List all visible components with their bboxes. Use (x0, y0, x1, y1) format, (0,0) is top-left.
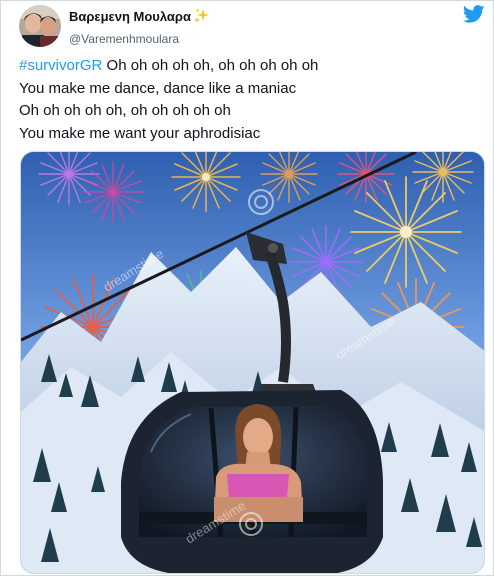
author-handle[interactable]: @Varemenhmoulara (69, 32, 209, 46)
tweet-text: #survivorGR Oh oh oh oh oh, oh oh oh oh … (19, 55, 479, 145)
tweet-line-3: Oh oh oh oh oh, oh oh oh oh oh (19, 102, 231, 119)
gondola-fireworks-image: dreamstime dreamstime dreamstime (21, 152, 484, 573)
avatar[interactable] (19, 5, 61, 47)
avatar-image (19, 5, 61, 47)
twitter-bird-icon[interactable] (462, 5, 485, 23)
tweet-line-4: You make me want your aphrodisiac (19, 124, 261, 142)
tweet-media-image[interactable]: dreamstime dreamstime dreamstime (20, 151, 485, 574)
author-display-name[interactable]: Βαρεμενη Μουλαρα (69, 9, 191, 24)
tweet-line-2: You make me dance, dance like a maniac (19, 79, 297, 97)
author-names: Βαρεμενη Μουλαρα @Varemenhmoulara (69, 8, 209, 46)
hashtag-link[interactable]: #survivorGR (19, 57, 102, 74)
tweet-line-1: #survivorGR Oh oh oh oh oh, oh oh oh oh … (19, 55, 479, 78)
tweet-line-1-rest: Oh oh oh oh oh, oh oh oh oh oh (102, 57, 319, 74)
sparkles-icon (193, 8, 209, 28)
tweet-header: Βαρεμενη Μουλαρα @Varemenhmoulara (19, 5, 485, 49)
tweet-card[interactable]: Βαρεμενη Μουλαρα @Varemenhmoulara #survi… (0, 0, 494, 576)
